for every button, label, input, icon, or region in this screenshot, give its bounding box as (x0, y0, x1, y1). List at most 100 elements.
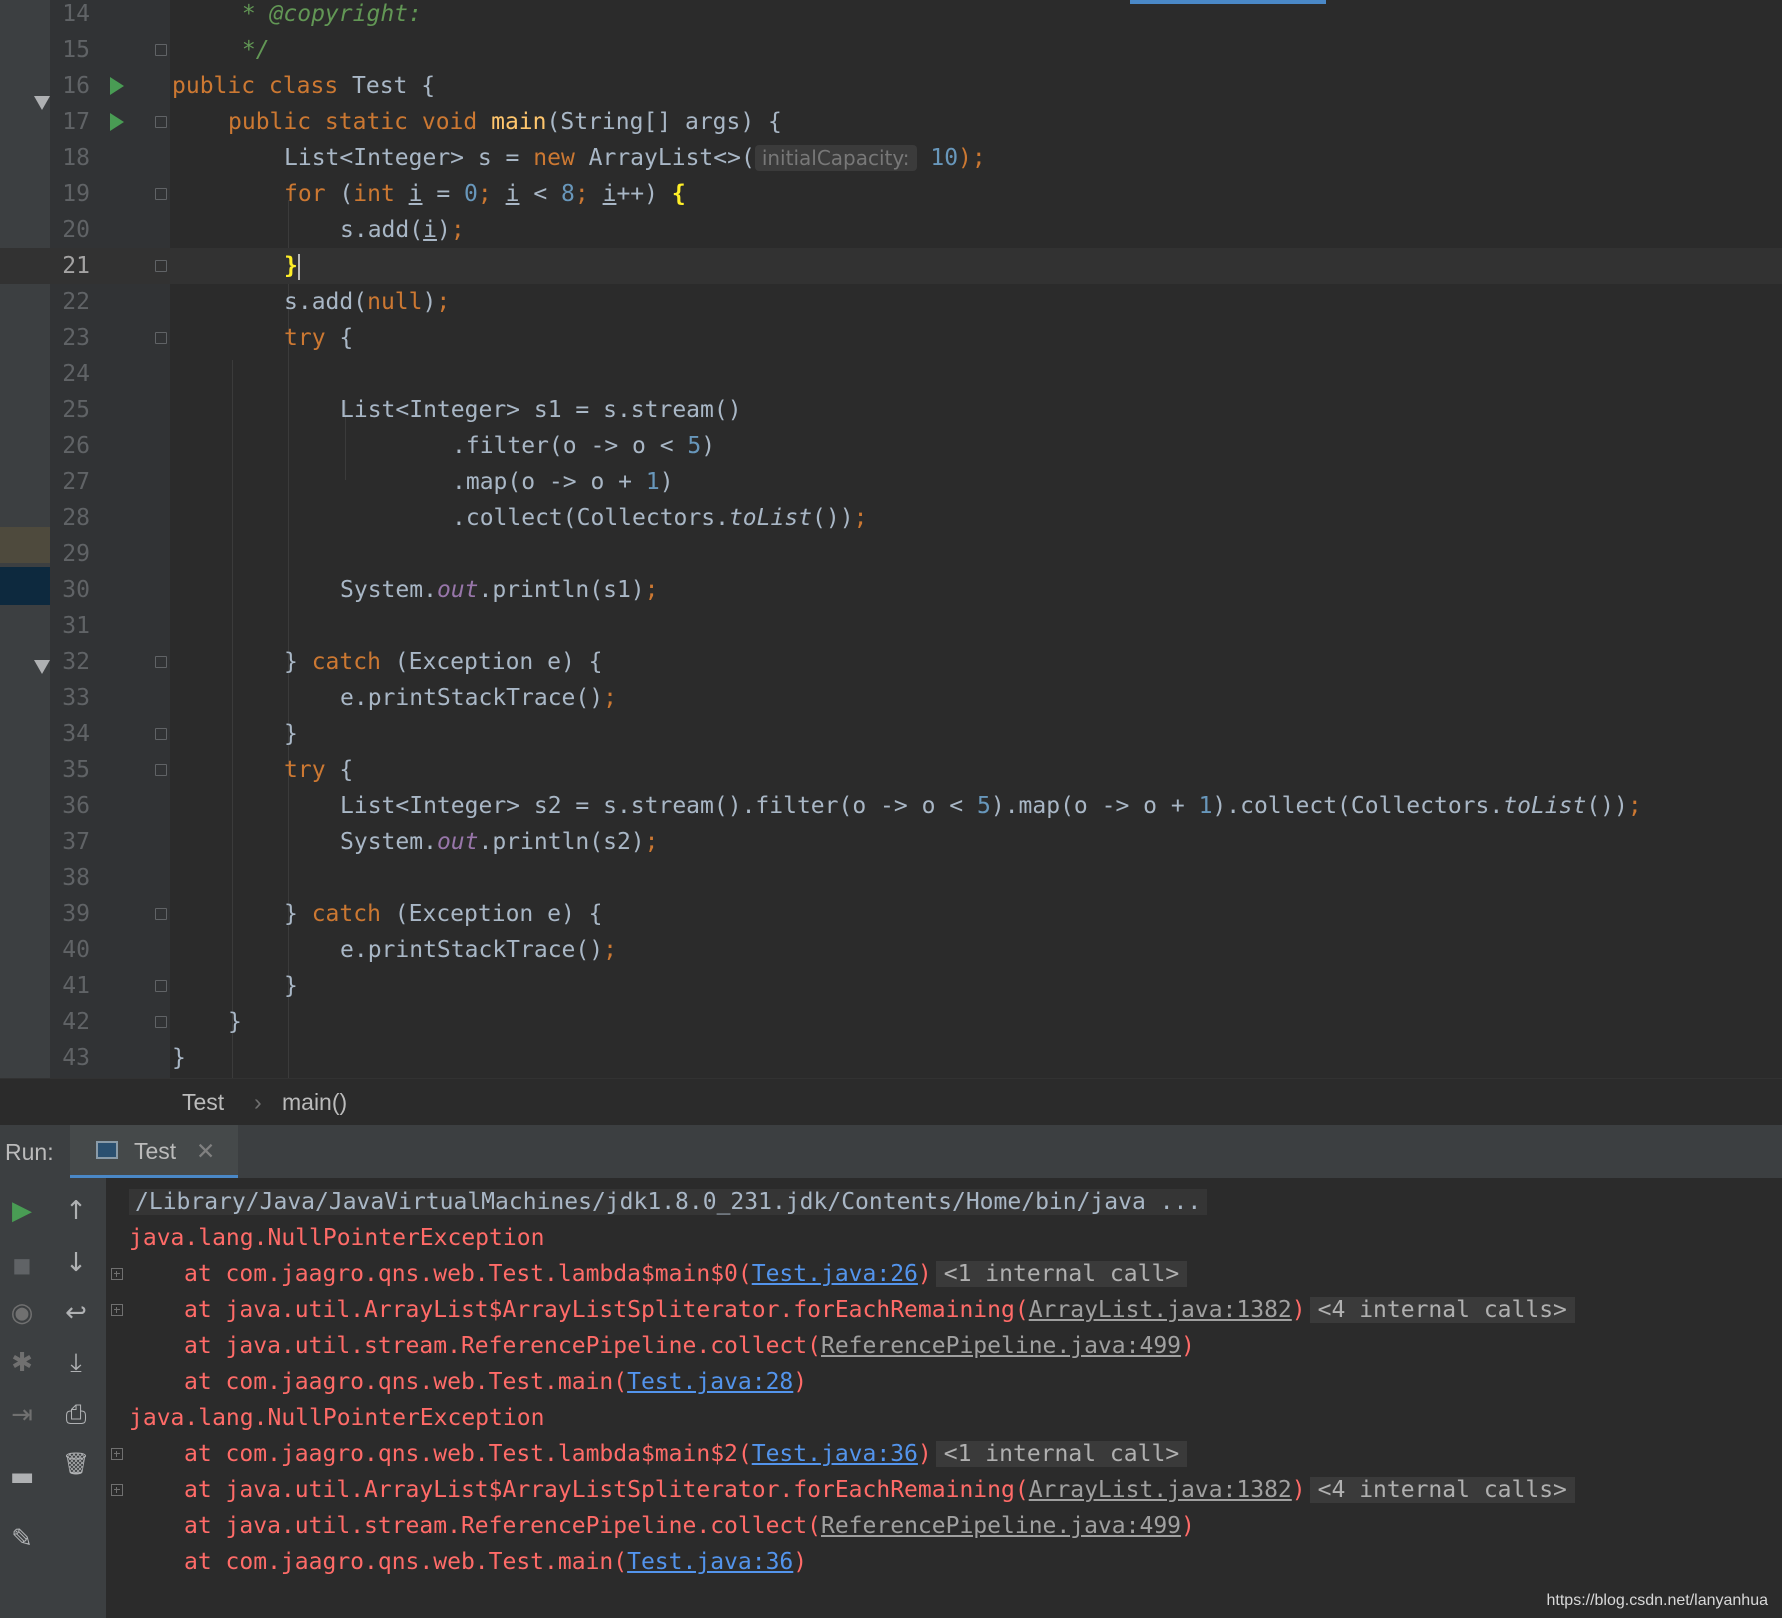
code-token: { (339, 757, 354, 783)
code-token: e.printStackTrace() (340, 937, 604, 963)
code-line[interactable]: 40 e.printStackTrace(); (0, 932, 1782, 968)
code-token: { (671, 181, 686, 207)
breadcrumb-class[interactable]: Test (182, 1089, 224, 1116)
up-arrow-icon[interactable]: ↑ (56, 1196, 96, 1226)
fold-marker-icon[interactable] (155, 44, 167, 56)
run-tab-test[interactable]: Test ✕ (70, 1125, 238, 1179)
down-arrow-icon[interactable]: ↓ (56, 1248, 96, 1278)
exit-icon[interactable]: ⇥ (2, 1400, 42, 1430)
code-text: public static void main(String[] args) { (228, 104, 782, 140)
rerun-icon[interactable]: ▶ (2, 1196, 42, 1226)
fold-marker-icon[interactable] (155, 332, 167, 344)
line-number: 28 (62, 505, 90, 531)
console-token: at com.jaagro.qns.web.Test.lambda$main$2… (184, 1441, 752, 1467)
code-line[interactable]: 19 for (int i = 0; i < 8; i++) { (0, 176, 1782, 212)
code-line[interactable]: 42} (0, 1004, 1782, 1040)
code-line[interactable]: 17 public static void main(String[] args)… (0, 104, 1782, 140)
print-icon[interactable]: ⎙ (56, 1400, 96, 1430)
code-line[interactable]: 41} (0, 968, 1782, 1004)
line-number: 42 (62, 1009, 90, 1035)
stop-icon[interactable]: ■ (2, 1250, 42, 1280)
code-line[interactable]: 28 .collect(Collectors.toList()); (0, 500, 1782, 536)
expand-icon[interactable] (111, 1304, 123, 1316)
source-link[interactable]: ArrayList.java:1382 (1029, 1477, 1292, 1503)
source-link[interactable]: Test.java:36 (752, 1441, 918, 1467)
code-line[interactable]: 29 (0, 536, 1782, 572)
internal-calls-toggle[interactable]: <1 internal call> (935, 1441, 1188, 1467)
camera-icon[interactable]: ◉ (2, 1298, 42, 1328)
source-link[interactable]: Test.java:26 (752, 1261, 918, 1287)
code-line[interactable]: 18 List<Integer> s = new ArrayList<>(init… (0, 140, 1782, 176)
fold-marker-icon[interactable] (155, 908, 167, 920)
code-text: .collect(Collectors.toList()); (452, 500, 867, 536)
fold-marker-icon[interactable] (155, 188, 167, 200)
code-line[interactable]: 33 e.printStackTrace(); (0, 680, 1782, 716)
fold-marker-icon[interactable] (155, 980, 167, 992)
code-token: .collect(Collectors. (452, 505, 729, 531)
code-line[interactable]: 24 (0, 356, 1782, 392)
code-line[interactable]: 21} (0, 248, 1782, 284)
code-token: { (339, 325, 354, 351)
code-line[interactable]: 16 public class Test { (0, 68, 1782, 104)
fold-marker-icon[interactable] (155, 1016, 167, 1028)
expand-icon[interactable] (111, 1484, 123, 1496)
code-token: .println(s2) (478, 829, 645, 855)
debug-settings-icon[interactable]: ✱ (2, 1348, 42, 1378)
expand-icon[interactable] (111, 1268, 123, 1280)
trash-icon[interactable]: 🗑 (56, 1450, 96, 1480)
console-token: ) (917, 1441, 932, 1467)
code-line[interactable]: 34} (0, 716, 1782, 752)
run-gutter-icon[interactable] (110, 113, 124, 131)
code-line[interactable]: 35 try { (0, 752, 1782, 788)
console-line: at java.util.ArrayList$ArrayListSplitera… (107, 1292, 1782, 1328)
code-line[interactable]: 36 List<Integer> s2 = s.stream().filter(o… (0, 788, 1782, 824)
fold-marker-icon[interactable] (155, 260, 167, 272)
source-link[interactable]: Test.java:36 (627, 1549, 793, 1575)
code-line[interactable]: 27 .map(o -> o + 1) (0, 464, 1782, 500)
expand-icon[interactable] (111, 1448, 123, 1460)
line-number: 14 (62, 1, 90, 27)
internal-calls-toggle[interactable]: <1 internal call> (935, 1261, 1188, 1287)
code-token: ; (644, 577, 659, 603)
code-line[interactable]: 30 System.out.println(s1); (0, 572, 1782, 608)
fold-marker-icon[interactable] (155, 656, 167, 668)
run-gutter-icon[interactable] (110, 77, 124, 95)
fold-marker-icon[interactable] (155, 764, 167, 776)
code-line[interactable]: 15 */ (0, 32, 1782, 68)
console-output[interactable]: /Library/Java/JavaVirtualMachines/jdk1.8… (107, 1178, 1782, 1618)
source-link[interactable]: ReferencePipeline.java:499 (821, 1513, 1181, 1539)
code-line[interactable]: 39} catch (Exception e) { (0, 896, 1782, 932)
internal-calls-toggle[interactable]: <4 internal calls> (1309, 1477, 1575, 1503)
code-line[interactable]: 22 s.add(null); (0, 284, 1782, 320)
code-line[interactable]: 23 try { (0, 320, 1782, 356)
scroll-to-end-icon[interactable]: ⤓ (56, 1348, 96, 1378)
code-token: ( (339, 181, 354, 207)
code-line[interactable]: 38 (0, 860, 1782, 896)
code-token: ++) (616, 181, 672, 207)
source-link[interactable]: ReferencePipeline.java:499 (821, 1333, 1181, 1359)
source-link[interactable]: ArrayList.java:1382 (1029, 1297, 1292, 1323)
text-caret (297, 253, 300, 280)
code-line[interactable]: 31 (0, 608, 1782, 644)
code-line[interactable]: 43} (0, 1040, 1782, 1076)
code-line[interactable]: 32} catch (Exception e) { (0, 644, 1782, 680)
internal-calls-toggle[interactable]: <4 internal calls> (1309, 1297, 1575, 1323)
fold-marker-icon[interactable] (155, 116, 167, 128)
soft-wrap-icon[interactable]: ↩ (56, 1298, 96, 1328)
pin-icon[interactable]: ✎ (2, 1524, 42, 1554)
code-line[interactable]: 25 List<Integer> s1 = s.stream() (0, 392, 1782, 428)
code-editor[interactable]: 14 * @copyright: 15 */16 public class Test… (0, 0, 1782, 1078)
fold-marker-icon[interactable] (155, 728, 167, 740)
console-token: at com.jaagro.qns.web.Test.main( (184, 1369, 628, 1395)
layout-icon[interactable]: ▬ (2, 1462, 42, 1492)
code-token: (Exception e) { (394, 649, 603, 675)
source-link[interactable]: Test.java:28 (627, 1369, 793, 1395)
console-token: at java.util.stream.ReferencePipeline.co… (184, 1513, 821, 1539)
code-line[interactable]: 14 * @copyright: (0, 0, 1782, 32)
code-line[interactable]: 20 s.add(i); (0, 212, 1782, 248)
close-icon[interactable]: ✕ (196, 1138, 215, 1165)
console-text: java.lang.NullPointerException (129, 1400, 544, 1436)
code-line[interactable]: 26 .filter(o -> o < 5) (0, 428, 1782, 464)
code-line[interactable]: 37 System.out.println(s2); (0, 824, 1782, 860)
breadcrumb-method[interactable]: main() (282, 1089, 347, 1116)
